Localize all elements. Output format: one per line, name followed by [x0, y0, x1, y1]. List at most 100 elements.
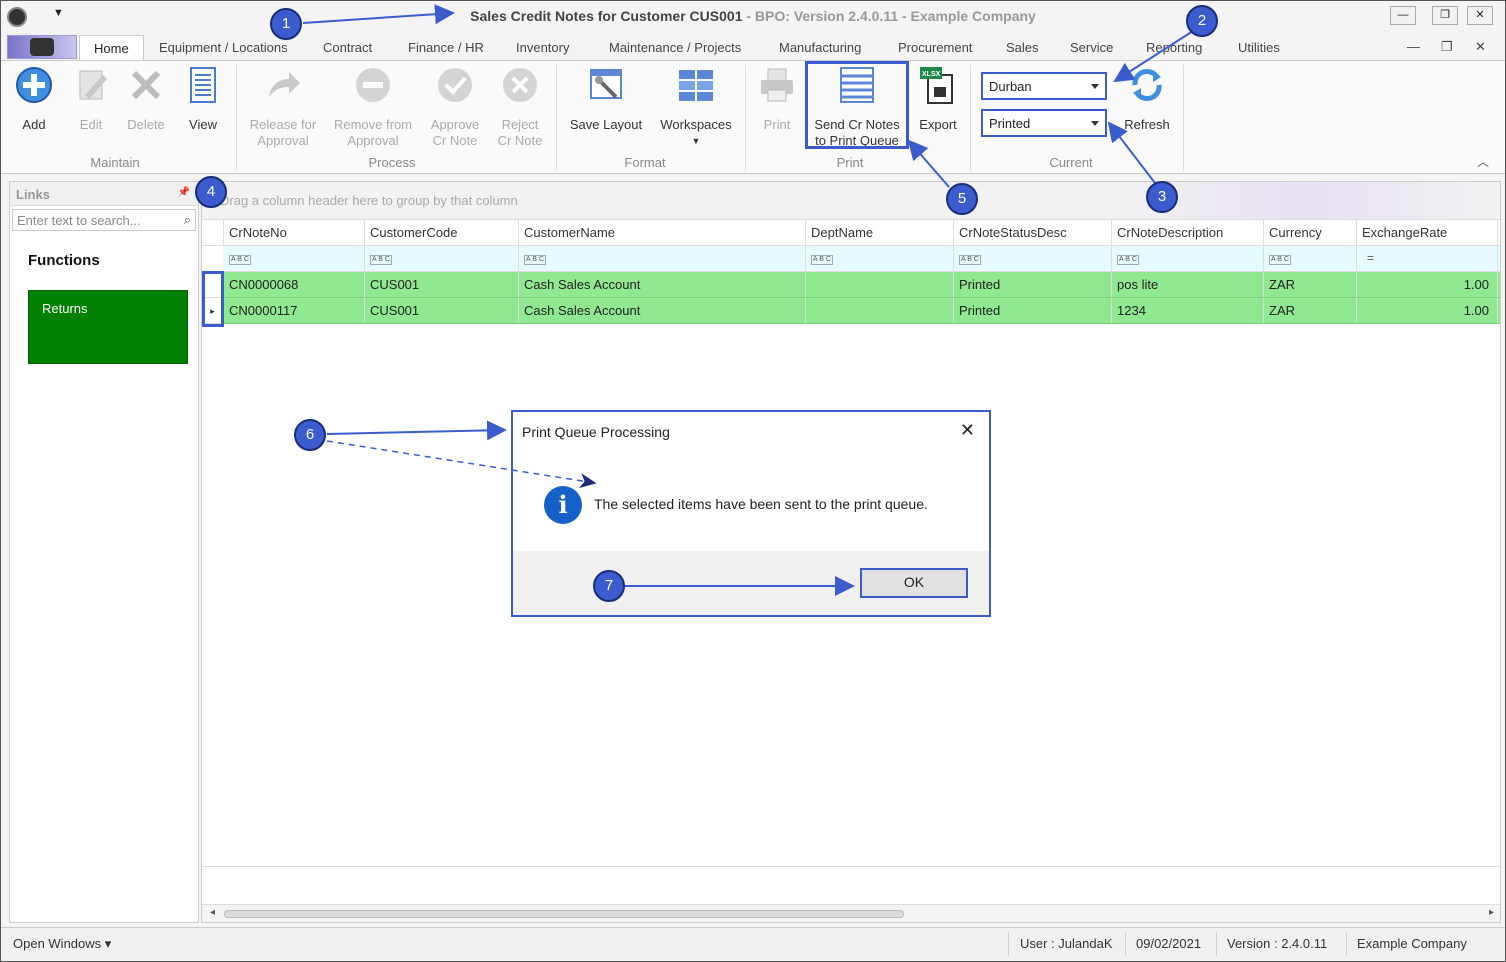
tab-home[interactable]: Home [79, 35, 144, 61]
add-button[interactable]: Add [13, 65, 55, 133]
annotation-badge-6: 6 [294, 419, 326, 451]
workspaces-button[interactable]: Workspaces ▼ [657, 65, 735, 149]
search-icon[interactable]: ⌕ [184, 212, 191, 228]
links-header: Links 📌 [10, 182, 198, 206]
chevron-down-icon [1091, 121, 1099, 126]
refresh-label: Refresh [1124, 117, 1170, 132]
filter-cell[interactable]: A B C [806, 246, 954, 271]
tab-contract[interactable]: Contract [323, 40, 372, 55]
tab-utilities[interactable]: Utilities [1238, 40, 1280, 55]
reject-label-2: Cr Note [497, 133, 543, 148]
group-process-label: Process [368, 155, 416, 170]
dialog-title: Print Queue Processing [522, 424, 670, 440]
file-menu-button[interactable] [7, 35, 77, 59]
dialog-close-icon[interactable]: ✕ [960, 420, 975, 441]
mdi-minimize-button[interactable]: — [1407, 39, 1420, 54]
save-layout-button[interactable]: Save Layout [565, 65, 647, 133]
ok-button[interactable]: OK [860, 568, 968, 598]
text-filter-icon: A B C [959, 255, 981, 265]
tab-finance-hr[interactable]: Finance / HR [408, 40, 484, 55]
cell-exchangerate: 1.00 [1357, 298, 1498, 323]
release-for-approval-button[interactable]: Release for Approval [245, 65, 321, 149]
links-search-input[interactable]: Enter text to search... ⌕ [12, 209, 196, 231]
text-filter-icon: A B C [229, 255, 251, 265]
mdi-close-button[interactable]: ✕ [1475, 39, 1486, 55]
export-badge-text: XLSX [922, 71, 941, 78]
table-row[interactable]: CN0000068 CUS001 Cash Sales Account Prin… [202, 272, 1500, 298]
remove-from-approval-button[interactable]: Remove from Approval [331, 65, 415, 149]
scrollbar-thumb[interactable] [224, 910, 904, 918]
tab-inventory[interactable]: Inventory [516, 40, 569, 55]
text-filter-icon: A B C [370, 255, 392, 265]
horizontal-scrollbar[interactable]: ◂ ▸ [202, 904, 1500, 922]
collapse-ribbon-icon[interactable]: ︿ [1477, 153, 1489, 170]
text-filter-icon: A B C [1117, 255, 1139, 265]
status-bar: Open Windows ▾ User : JulandaK 09/02/202… [1, 927, 1505, 961]
group-separator [1183, 65, 1184, 171]
tab-service[interactable]: Service [1070, 40, 1113, 55]
group-by-hint: Drag a column header here to group by th… [220, 193, 518, 208]
status-separator [1008, 932, 1009, 956]
group-by-panel[interactable]: Drag a column header here to group by th… [202, 182, 1500, 220]
window-title: Sales Credit Notes for Customer CUS001 -… [1, 8, 1505, 24]
filter-cell[interactable]: A B C [954, 246, 1112, 271]
restore-button[interactable]: ❐ [1432, 6, 1458, 25]
ribbon: Add Edit Delete View Maintain Release fo… [1, 60, 1505, 174]
view-button[interactable]: View [183, 65, 223, 133]
print-label: Print [763, 117, 791, 132]
reject-cr-note-button[interactable]: Reject Cr Note [495, 65, 545, 149]
column-header-crnoteno[interactable]: CrNoteNo [224, 220, 365, 245]
delete-label: Delete [127, 117, 165, 132]
scroll-left-icon[interactable]: ◂ [210, 907, 215, 918]
filter-cell[interactable]: A B C [1264, 246, 1357, 271]
column-header-crnotedescription[interactable]: CrNoteDescription [1112, 220, 1264, 245]
tab-reporting[interactable]: Reporting [1146, 40, 1202, 55]
workspaces-icon [679, 70, 713, 101]
tab-equipment-locations[interactable]: Equipment / Locations [159, 40, 288, 55]
open-windows-button[interactable]: Open Windows ▾ [13, 936, 111, 952]
tab-procurement[interactable]: Procurement [898, 40, 972, 55]
links-title: Links [16, 187, 50, 202]
tab-manufacturing[interactable]: Manufacturing [779, 40, 861, 55]
cell-deptname [806, 298, 954, 323]
cell-description: 1234 [1112, 298, 1264, 323]
delete-button[interactable]: Delete [124, 65, 168, 133]
status-dropdown-value: Printed [989, 116, 1031, 131]
filter-cell[interactable]: A B C [1112, 246, 1264, 271]
close-button[interactable]: ✕ [1467, 6, 1493, 25]
window-title-sub: - BPO: Version 2.4.0.11 - Example Compan… [746, 8, 1036, 24]
column-header-customername[interactable]: CustomerName [519, 220, 806, 245]
column-header-customercode[interactable]: CustomerCode [365, 220, 519, 245]
filter-cell[interactable]: A B C [365, 246, 519, 271]
row-indicator-cell[interactable] [202, 246, 223, 272]
site-dropdown[interactable]: Durban [981, 72, 1107, 100]
column-header-crnotestatusdesc[interactable]: CrNoteStatusDesc [954, 220, 1112, 245]
mdi-restore-button[interactable]: ❐ [1441, 39, 1453, 55]
column-header-deptname[interactable]: DeptName [806, 220, 954, 245]
print-button[interactable]: Print [755, 65, 799, 133]
minimize-button[interactable]: — [1390, 6, 1416, 25]
export-button[interactable]: XLSX Export [913, 65, 963, 133]
approve-check-icon [438, 68, 472, 102]
returns-tile[interactable]: Returns [28, 290, 188, 364]
edit-button[interactable]: Edit [69, 65, 113, 133]
site-dropdown-value: Durban [989, 79, 1032, 94]
remove-label-1: Remove from [333, 117, 413, 132]
table-row[interactable]: CN0000117 CUS001 Cash Sales Account Prin… [202, 298, 1500, 324]
column-header-currency[interactable]: Currency [1264, 220, 1357, 245]
approve-cr-note-button[interactable]: Approve Cr Note [427, 65, 483, 149]
scroll-right-icon[interactable]: ▸ [1489, 907, 1494, 918]
refresh-button[interactable]: Refresh [1119, 65, 1175, 133]
cell-customercode: CUS001 [365, 298, 519, 323]
text-filter-icon: A B C [811, 255, 833, 265]
tab-sales[interactable]: Sales [1006, 40, 1039, 55]
tab-maintenance-projects[interactable]: Maintenance / Projects [609, 40, 741, 55]
status-separator [1346, 932, 1347, 956]
pin-icon[interactable]: 📌 [178, 187, 190, 198]
filter-cell[interactable]: = [1357, 246, 1498, 271]
edit-icon [79, 70, 107, 100]
filter-cell[interactable]: A B C [224, 246, 365, 271]
status-dropdown[interactable]: Printed [981, 109, 1107, 137]
column-header-exchangerate[interactable]: ExchangeRate [1357, 220, 1498, 245]
filter-cell[interactable]: A B C [519, 246, 806, 271]
